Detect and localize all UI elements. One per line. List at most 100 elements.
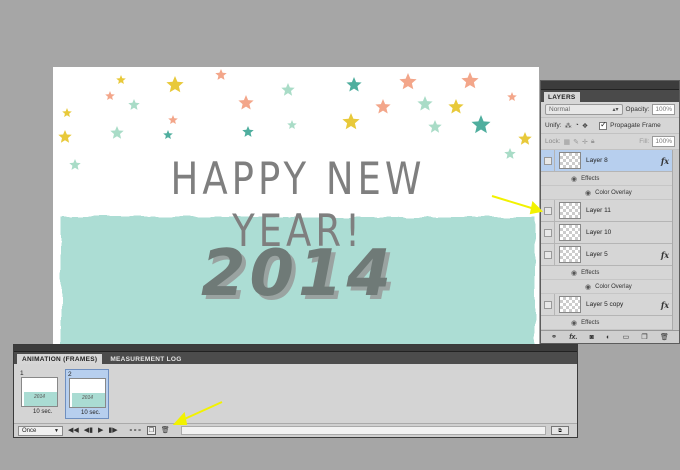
layer-row[interactable]: Layer 5 fx ▲ xyxy=(541,244,679,266)
layers-tabbar: LAYERS xyxy=(541,90,679,102)
frame-thumbnail: 2014 xyxy=(69,378,106,408)
propagate-frame-checkbox[interactable] xyxy=(599,120,608,130)
eye-icon[interactable]: ◉ xyxy=(585,189,591,197)
frame-number: 1 xyxy=(20,370,24,377)
tab-measurement-log[interactable]: MEASUREMENT LOG xyxy=(105,354,186,364)
star-icon xyxy=(110,126,124,139)
color-overlay-label: Color Overlay xyxy=(595,189,632,196)
fx-menu-icon[interactable]: fx. xyxy=(569,334,577,341)
layer-row[interactable]: Layer 10 xyxy=(541,222,679,244)
fx-icon[interactable]: fx xyxy=(661,156,669,166)
eye-icon[interactable]: ◉ xyxy=(585,283,591,291)
layer-thumbnail xyxy=(559,246,581,263)
visibility-box xyxy=(543,250,552,259)
fx-icon[interactable]: fx xyxy=(661,300,669,310)
tween-icon[interactable]: ∘∘∘ xyxy=(129,426,142,436)
blend-row: Normal ▴▾ Opacity: 100% xyxy=(541,102,679,118)
adjustment-layer-icon[interactable]: ◐ xyxy=(606,334,610,341)
star-icon xyxy=(128,99,140,110)
lock-all-icon[interactable]: 🔒︎ xyxy=(591,138,595,146)
unify-visibility-icon[interactable]: ◔ xyxy=(575,122,579,129)
star-icon xyxy=(105,91,115,100)
eye-icon[interactable]: ◉ xyxy=(571,319,577,327)
star-icon xyxy=(238,95,254,110)
color-overlay-row[interactable]: ◉ Color Overlay xyxy=(541,186,679,200)
unify-position-icon[interactable]: ⁂ xyxy=(565,122,572,130)
effects-row[interactable]: ◉ Effects xyxy=(541,172,679,186)
panel-titlebar[interactable] xyxy=(541,81,679,90)
unify-style-icon[interactable]: ❖ xyxy=(582,122,588,130)
star-icon xyxy=(62,108,72,117)
color-overlay-row[interactable]: ◉ Color Overlay xyxy=(541,280,679,294)
frame-delay-select[interactable]: 10 sec. xyxy=(81,410,100,416)
play-icon[interactable]: ▶ xyxy=(98,426,103,436)
visibility-toggle[interactable] xyxy=(541,150,555,171)
lock-transparent-icon[interactable]: ▦ xyxy=(564,138,571,146)
blend-mode-select[interactable]: Normal ▴▾ xyxy=(545,104,623,115)
animation-frame[interactable]: 2 2014 10 sec. xyxy=(65,369,109,419)
effects-row[interactable]: ◉ Effects xyxy=(541,316,679,330)
frame-number: 2 xyxy=(68,371,72,378)
document-canvas[interactable]: HAPPY NEW YEAR! 2014 xyxy=(53,67,539,347)
star-icon xyxy=(417,96,433,111)
eye-icon[interactable]: ◉ xyxy=(571,269,577,277)
layer-row[interactable]: Layer 8 fx ▲ xyxy=(541,150,679,172)
previous-frame-icon[interactable]: ◀▮ xyxy=(84,426,93,436)
thumb-year: 2014 xyxy=(33,394,46,400)
first-frame-icon[interactable]: ◀◀ xyxy=(68,426,79,436)
convert-to-timeline-icon[interactable]: ⧉ xyxy=(551,426,569,435)
lock-row: Lock: ▦ ✎ ✛ 🔒︎ Fill: 100% xyxy=(541,134,679,150)
lock-position-icon[interactable]: ✛ xyxy=(582,138,588,146)
tab-animation-frames[interactable]: ANIMATION (FRAMES) xyxy=(17,354,103,364)
visibility-box xyxy=(543,206,552,215)
opacity-label: Opacity: xyxy=(625,106,650,113)
delete-frame-icon[interactable]: 🗑︎ xyxy=(161,426,170,436)
star-icon xyxy=(461,72,479,89)
visibility-toggle[interactable] xyxy=(541,222,555,243)
panel-titlebar[interactable] xyxy=(14,345,577,352)
visibility-toggle[interactable] xyxy=(541,244,555,265)
blend-mode-value: Normal xyxy=(549,106,570,113)
fill-field[interactable]: 100% xyxy=(652,136,675,147)
star-icon xyxy=(242,126,254,137)
frame-delay-select[interactable]: 10 sec. xyxy=(33,409,52,415)
new-group-icon[interactable]: ▭ xyxy=(623,333,630,341)
star-icon xyxy=(428,120,442,133)
loop-select[interactable]: Once ▼ xyxy=(18,425,63,436)
animation-frame[interactable]: 1 2014 10 sec. xyxy=(18,369,62,419)
star-icon xyxy=(281,83,295,96)
fx-icon[interactable]: fx xyxy=(661,250,669,260)
visibility-toggle[interactable] xyxy=(541,200,555,221)
visibility-toggle[interactable] xyxy=(541,294,555,315)
tab-layers[interactable]: LAYERS xyxy=(544,92,580,102)
effects-row[interactable]: ◉ Effects xyxy=(541,266,679,280)
layer-name: Layer 10 xyxy=(586,229,612,236)
star-icon xyxy=(504,148,516,159)
duplicate-frame-icon[interactable]: ❐ xyxy=(146,426,156,435)
frames-scrollbar[interactable] xyxy=(180,426,546,435)
next-frame-icon[interactable]: ▮▶ xyxy=(108,426,117,436)
star-icon xyxy=(116,75,126,84)
layer-name: Layer 11 xyxy=(586,207,611,214)
lock-image-icon[interactable]: ✎ xyxy=(573,138,579,146)
color-overlay-label: Color Overlay xyxy=(595,283,632,290)
unify-row: Unify: ⁂ ◔ ❖ Propagate Frame xyxy=(541,118,679,134)
layer-row[interactable]: Layer 11 xyxy=(541,200,679,222)
layers-scrollbar[interactable] xyxy=(672,150,679,330)
visibility-box xyxy=(543,228,552,237)
visibility-box xyxy=(543,156,552,165)
animation-tabbar: ANIMATION (FRAMES) MEASUREMENT LOG xyxy=(14,352,577,364)
layer-thumbnail xyxy=(559,152,581,169)
eye-icon[interactable]: ◉ xyxy=(571,175,577,183)
layer-row[interactable]: Layer 5 copy fx ▲ xyxy=(541,294,679,316)
link-layers-icon[interactable]: ⚭ xyxy=(551,333,557,341)
effects-label: Effects xyxy=(581,319,600,326)
layer-thumbnail xyxy=(559,202,581,219)
trash-icon[interactable]: 🗑︎ xyxy=(660,333,669,341)
layer-thumbnail xyxy=(559,296,581,313)
layers-footer: ⚭ fx. ◙ ◐ ▭ ❐ 🗑︎ xyxy=(541,330,679,343)
star-icon xyxy=(69,159,81,170)
new-layer-icon[interactable]: ❐ xyxy=(641,333,647,341)
opacity-field[interactable]: 100% xyxy=(652,104,675,115)
add-mask-icon[interactable]: ◙ xyxy=(590,334,594,341)
